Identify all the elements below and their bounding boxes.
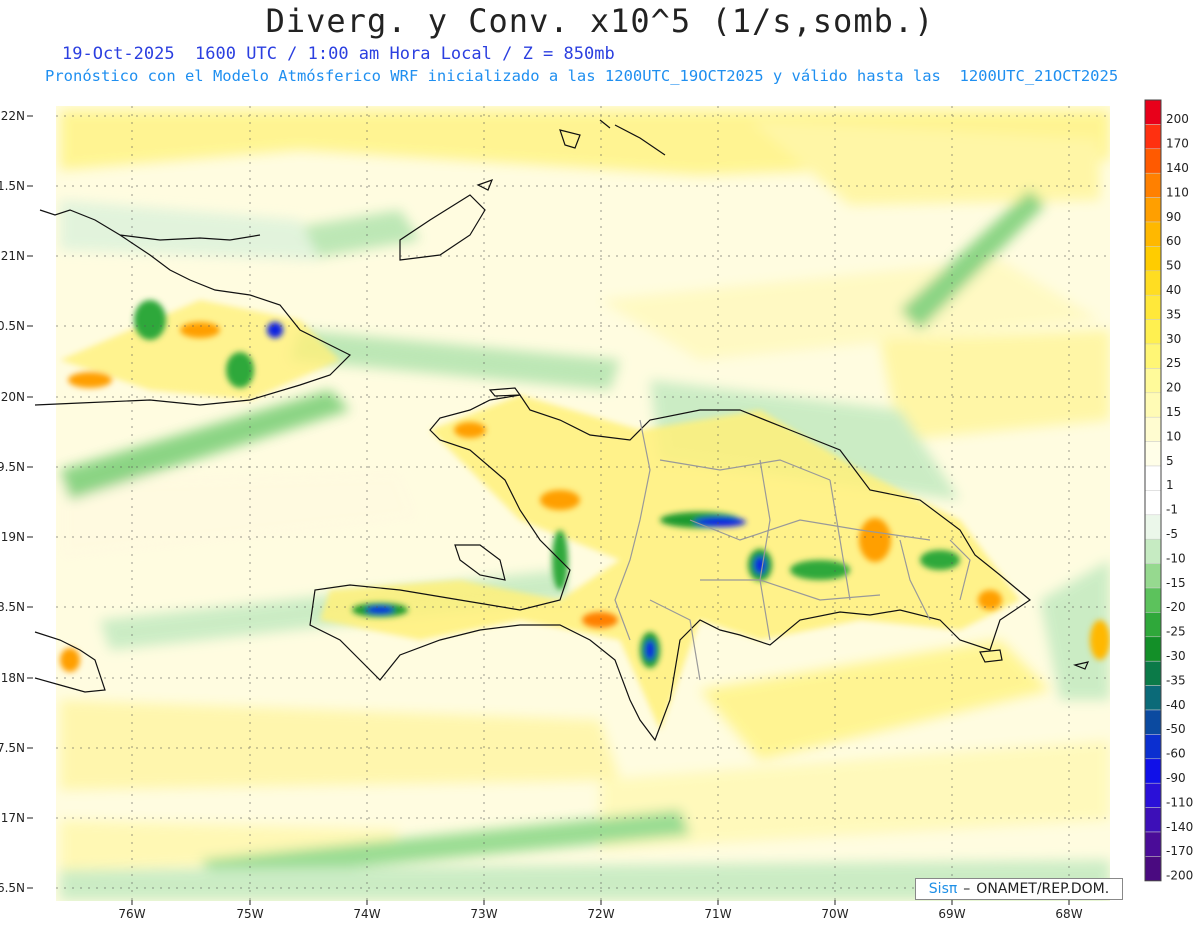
colorbar-label: -140 — [1166, 820, 1193, 834]
colorbar-label: -60 — [1166, 747, 1186, 761]
colorbar-swatch — [1144, 685, 1162, 711]
colorbar-swatch — [1144, 734, 1162, 760]
forecast-map: 22N 1.5N 21N 0.5N 20N 9.5N 19N 8.5N 18N … — [0, 99, 1193, 921]
colorbar-swatch — [1144, 270, 1162, 296]
colorbar-label: 170 — [1166, 137, 1189, 151]
lat-label: 17N — [1, 811, 25, 825]
lat-label: 1.5N — [0, 179, 25, 193]
lon-label: 75W — [236, 907, 263, 921]
lat-label: 9.5N — [0, 460, 25, 474]
lat-label: 6.5N — [0, 881, 25, 895]
colorbar-swatch — [1144, 563, 1162, 589]
colorbar-label: -40 — [1166, 698, 1186, 712]
lon-label: 68W — [1055, 907, 1082, 921]
colorbar-label: -20 — [1166, 600, 1186, 614]
colorbar-swatch — [1144, 368, 1162, 394]
colorbar-label: 30 — [1166, 332, 1181, 346]
colorbar-label: 5 — [1166, 454, 1174, 468]
colorbar-swatch — [1144, 709, 1162, 735]
lat-label: 0.5N — [0, 319, 25, 333]
lon-label: 69W — [938, 907, 965, 921]
lon-label: 70W — [821, 907, 848, 921]
colorbar-swatch — [1144, 587, 1162, 613]
colorbar-swatch — [1144, 416, 1162, 442]
colorbar-swatch — [1144, 172, 1162, 198]
lon-label: 72W — [587, 907, 614, 921]
colorbar-label: 200 — [1166, 112, 1189, 126]
colorbar-label: 40 — [1166, 283, 1181, 297]
colorbar-label: 20 — [1166, 381, 1181, 395]
colorbar-label: -35 — [1166, 673, 1186, 687]
colorbar-swatch — [1144, 99, 1162, 125]
divergence-field — [56, 106, 1110, 901]
colorbar-swatch — [1144, 636, 1162, 662]
longitude-axis: 76W 75W 74W 73W 72W 71W 70W 69W 68W — [118, 907, 1082, 921]
colorbar-label: 10 — [1166, 429, 1181, 443]
colorbar-swatch — [1144, 660, 1162, 686]
colorbar-swatch — [1144, 221, 1162, 247]
colorbar-label: -90 — [1166, 771, 1186, 785]
sispi-logo: Sisπ — [928, 881, 958, 897]
colorbar-swatch — [1144, 343, 1162, 369]
lat-label: 7.5N — [0, 741, 25, 755]
lon-label: 76W — [118, 907, 145, 921]
lat-label: 21N — [1, 249, 25, 263]
colorbar-swatch — [1144, 197, 1162, 223]
colorbar-swatch — [1144, 319, 1162, 345]
colorbar-swatch — [1144, 465, 1162, 491]
colorbar-swatch — [1144, 246, 1162, 272]
colorbar-label: 60 — [1166, 234, 1181, 248]
lon-label: 74W — [353, 907, 380, 921]
credit-text: ONAMET/REP.DOM. — [976, 881, 1110, 897]
colorbar-label: -50 — [1166, 722, 1186, 736]
colorbar-label: 1 — [1166, 478, 1174, 492]
colorbar-label: -170 — [1166, 844, 1193, 858]
lat-label: 19N — [1, 530, 25, 544]
colorbar: 200 170 140 110 90 60 50 40 35 30 25 20 15 10 5 1 -1 -5 -1… — [1144, 99, 1193, 883]
colorbar-swatch — [1144, 538, 1162, 564]
colorbar-swatch — [1144, 148, 1162, 174]
colorbar-label: 50 — [1166, 259, 1181, 273]
colorbar-swatch — [1144, 807, 1162, 833]
lat-label: 18N — [1, 671, 25, 685]
colorbar-swatch — [1144, 831, 1162, 857]
colorbar-label: -25 — [1166, 625, 1186, 639]
colorbar-label: 90 — [1166, 210, 1181, 224]
latitude-axis: 22N 1.5N 21N 0.5N 20N 9.5N 19N 8.5N 18N … — [0, 109, 25, 895]
colorbar-label: -200 — [1166, 869, 1193, 883]
colorbar-swatch — [1144, 612, 1162, 638]
colorbar-swatch — [1144, 514, 1162, 540]
colorbar-swatch — [1144, 782, 1162, 808]
colorbar-label: -10 — [1166, 551, 1186, 565]
colorbar-swatch — [1144, 490, 1162, 516]
credit-box: Sisπ – ONAMET/REP.DOM. — [915, 878, 1123, 900]
colorbar-label: -15 — [1166, 576, 1186, 590]
colorbar-swatch — [1144, 392, 1162, 418]
colorbar-label: 140 — [1166, 161, 1189, 175]
lon-label: 71W — [704, 907, 731, 921]
colorbar-label: -5 — [1166, 527, 1178, 541]
credit-dash: – — [963, 881, 971, 897]
colorbar-label: 15 — [1166, 405, 1181, 419]
colorbar-swatch — [1144, 124, 1162, 150]
colorbar-swatch — [1144, 758, 1162, 784]
lat-ticks — [27, 115, 33, 889]
lat-label: 20N — [1, 390, 25, 404]
valid-time-line: 19-Oct-2025 1600 UTC / 1:00 am Hora Loca… — [62, 44, 615, 64]
colorbar-swatch — [1144, 441, 1162, 467]
colorbar-label: -110 — [1166, 795, 1193, 809]
colorbar-label: 25 — [1166, 356, 1181, 370]
lon-label: 73W — [470, 907, 497, 921]
model-info-line: Pronóstico con el Modelo Atmósferico WRF… — [45, 67, 1119, 85]
lat-label: 22N — [1, 109, 25, 123]
colorbar-label: 35 — [1166, 307, 1181, 321]
colorbar-label: -1 — [1166, 503, 1178, 517]
colorbar-label: -30 — [1166, 649, 1186, 663]
colorbar-swatch — [1144, 856, 1162, 882]
map-title: Diverg. y Conv. x10^5 (1/s,somb.) — [265, 2, 935, 40]
lat-label: 8.5N — [0, 600, 25, 614]
colorbar-swatch — [1144, 294, 1162, 320]
colorbar-label: 110 — [1166, 185, 1189, 199]
